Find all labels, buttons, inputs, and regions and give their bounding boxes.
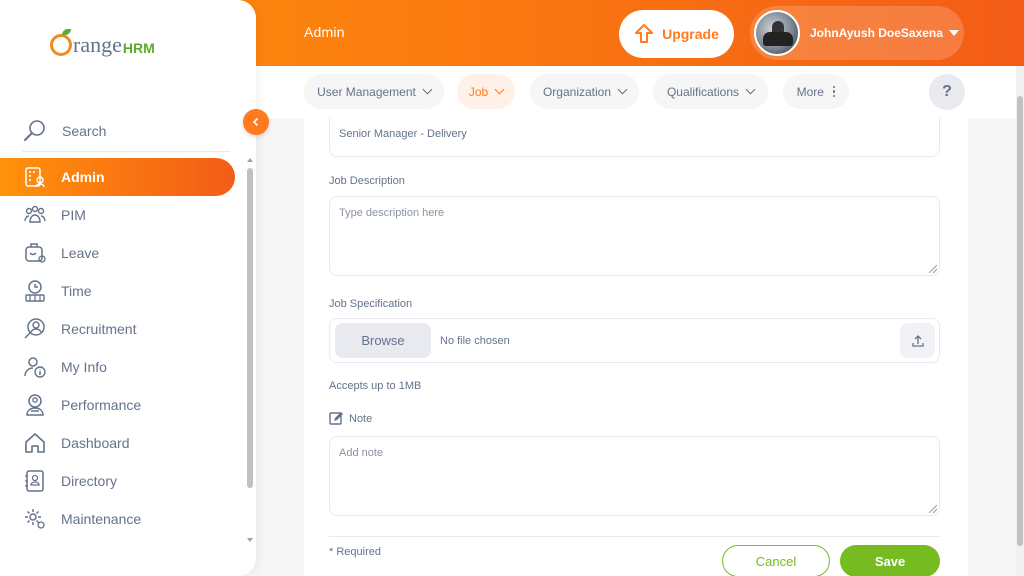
sidebar-item-label: Maintenance [61, 511, 142, 527]
orange-logo-icon [50, 29, 72, 56]
upgrade-button[interactable]: Upgrade [619, 10, 734, 58]
top-nav-tabs: User Management Job Organization Qualifi… [256, 66, 1016, 118]
resize-handle-icon[interactable] [929, 265, 937, 273]
sidebar-item-label: Time [61, 283, 92, 299]
sidebar-item-label: Recruitment [61, 321, 137, 337]
job-title-form: Senior Manager - Delivery Job Descriptio… [304, 118, 968, 576]
sidebar-item-pim[interactable]: PIM [0, 196, 240, 234]
recruitment-icon [22, 316, 48, 342]
sidebar-search[interactable]: Search [22, 110, 230, 152]
sidebar-item-label: Performance [61, 397, 142, 413]
chevron-down-icon [617, 84, 628, 95]
brand-suffix: HRM [122, 40, 155, 56]
chevron-down-icon [422, 84, 433, 95]
upgrade-arrow-icon [635, 24, 654, 43]
performance-icon [22, 392, 48, 418]
more-vertical-icon [832, 85, 836, 98]
note-textarea[interactable]: Add note [329, 436, 940, 516]
edit-note-icon [329, 412, 343, 425]
tab-label: Job [468, 84, 489, 99]
sidebar-item-label: My Info [61, 359, 107, 375]
sidebar-item-label: Directory [61, 473, 118, 489]
tab-more[interactable]: More [783, 74, 849, 109]
sidebar-menu: Admin PIM Leave Time Recruitment My Info… [0, 158, 240, 538]
job-description-textarea[interactable]: Type description here [329, 196, 940, 276]
sidebar-item-label: PIM [61, 207, 86, 223]
sidebar-item-label: Dashboard [61, 435, 130, 451]
sidebar-item-directory[interactable]: Directory [0, 462, 240, 500]
save-button[interactable]: Save [840, 545, 940, 576]
page-scrollbar[interactable] [1016, 66, 1024, 576]
no-file-text: No file chosen [440, 334, 510, 347]
job-description-placeholder: Type description here [339, 207, 445, 219]
time-icon [22, 278, 48, 304]
tab-qualifications[interactable]: Qualifications [653, 74, 768, 109]
required-note: * Required [329, 546, 381, 558]
user-name: JohnAyush DoeSaxena [810, 26, 943, 40]
sidebar-item-dashboard[interactable]: Dashboard [0, 424, 240, 462]
user-dropdown[interactable]: JohnAyush DoeSaxena [750, 6, 964, 60]
job-specification-file-input[interactable]: Browse No file chosen [329, 318, 940, 363]
sidebar-item-performance[interactable]: Performance [0, 386, 240, 424]
file-size-hint: Accepts up to 1MB [329, 380, 422, 392]
upload-icon [911, 334, 924, 347]
chevron-left-icon [252, 117, 259, 127]
tab-job[interactable]: Job [457, 74, 515, 109]
tab-label: Qualifications [666, 84, 740, 99]
note-label-row: Note [329, 411, 372, 426]
search-icon [24, 119, 45, 141]
my-info-icon [22, 354, 48, 380]
upload-button[interactable] [900, 323, 935, 358]
sidebar-item-recruitment[interactable]: Recruitment [0, 310, 240, 348]
sidebar-item-time[interactable]: Time [0, 272, 240, 310]
pim-icon [22, 202, 48, 228]
sidebar-item-my-info[interactable]: My Info [0, 348, 240, 386]
caret-down-icon [948, 30, 959, 36]
tab-user-management[interactable]: User Management [304, 74, 444, 109]
browse-button[interactable]: Browse [335, 323, 431, 358]
sidebar-item-label: Leave [61, 245, 100, 261]
sidebar: range HRM Search Admin PIM Leave Time Re… [0, 0, 256, 576]
form-divider [329, 536, 940, 537]
sidebar-item-maintenance[interactable]: Maintenance [0, 500, 240, 538]
upgrade-label: Upgrade [662, 26, 719, 42]
chevron-down-icon [745, 84, 756, 95]
tab-label: User Management [317, 84, 416, 99]
maintenance-icon [22, 506, 48, 532]
collapse-sidebar-button[interactable] [243, 109, 269, 135]
job-title-input[interactable]: Senior Manager - Delivery [329, 118, 940, 157]
chevron-down-icon [494, 84, 505, 95]
note-label: Note [349, 412, 373, 425]
tab-organization[interactable]: Organization [530, 74, 639, 109]
job-description-label: Job Description [329, 175, 405, 187]
sidebar-item-admin[interactable]: Admin [0, 158, 235, 196]
admin-icon [22, 164, 48, 190]
resize-handle-icon[interactable] [929, 505, 937, 513]
orangehrm-logo[interactable]: range HRM [50, 29, 155, 58]
tab-label: More [796, 84, 824, 99]
sidebar-item-leave[interactable]: Leave [0, 234, 240, 272]
tab-label: Organization [542, 84, 612, 99]
dashboard-icon [22, 430, 48, 456]
brand-name: range [73, 32, 122, 57]
directory-icon [22, 468, 48, 494]
sidebar-item-label: Admin [61, 169, 105, 185]
search-label: Search [62, 122, 107, 139]
help-button[interactable]: ? [929, 74, 965, 110]
leave-icon [22, 240, 48, 266]
cancel-button[interactable]: Cancel [722, 545, 830, 576]
module-title: Admin [304, 24, 345, 40]
job-specification-label: Job Specification [329, 298, 413, 310]
note-placeholder: Add note [339, 447, 384, 459]
avatar [754, 10, 800, 56]
sidebar-scrollbar[interactable] [246, 158, 254, 548]
